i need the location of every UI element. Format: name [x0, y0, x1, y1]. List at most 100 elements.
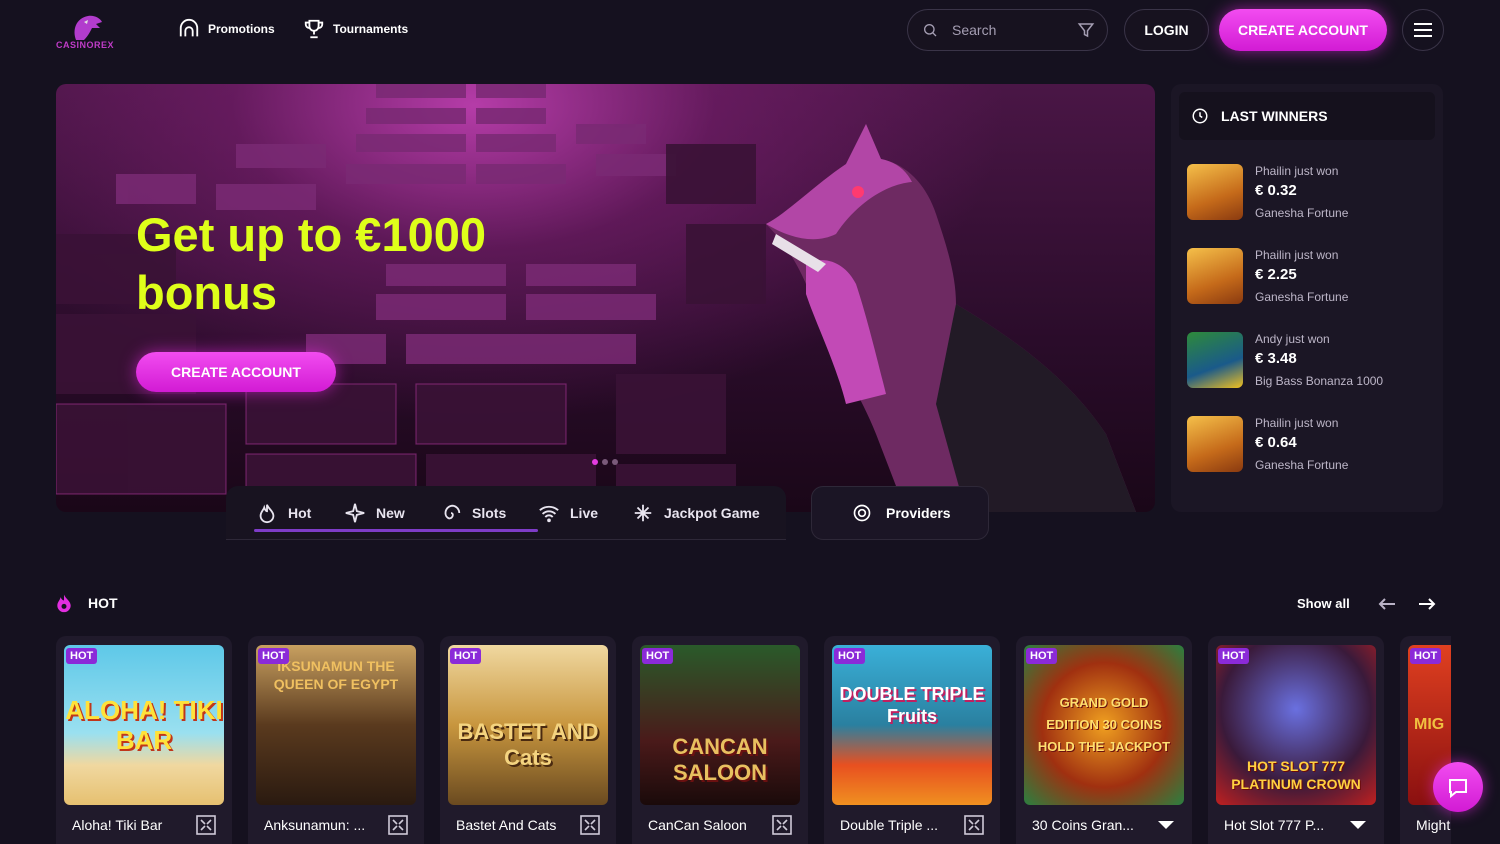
promotions-icon — [179, 19, 199, 37]
tab-jackpot-label: Jackpot Game — [664, 505, 760, 521]
hot-section-title: HOT — [88, 595, 118, 611]
providers-icon — [853, 504, 871, 522]
tab-hot[interactable]: Hot — [256, 502, 311, 524]
winner-name: Phailin just won — [1255, 248, 1339, 262]
winner-item[interactable]: Phailin just won € 0.32 Ganesha Fortune — [1187, 164, 1417, 224]
last-winners-title: LAST WINNERS — [1221, 108, 1328, 124]
game-art: BASTET AND Cats — [448, 645, 608, 805]
spiral-icon — [444, 504, 461, 520]
hot-badge: HOT — [1026, 648, 1058, 664]
game-art: DOUBLE TRIPLE Fruits — [832, 645, 992, 805]
winner-amount: € 0.64 — [1255, 434, 1297, 451]
create-account-button[interactable]: CREATE ACCOUNT — [1219, 9, 1387, 51]
winner-game: Ganesha Fortune — [1255, 458, 1349, 472]
winner-item[interactable]: Andy just won € 3.48 Big Bass Bonanza 10… — [1187, 332, 1417, 392]
winner-game: Big Bass Bonanza 1000 — [1255, 374, 1384, 388]
nav-promotions[interactable]: Promotions — [178, 18, 275, 40]
nav-tournaments-label: Tournaments — [333, 22, 409, 36]
hot-badge: HOT — [450, 648, 482, 664]
game-thumbnail — [1187, 332, 1243, 388]
qr-icon[interactable] — [388, 815, 408, 835]
game-art-title: ALOHA! TIKI BAR — [65, 695, 223, 755]
arrow-right-icon — [1419, 598, 1436, 610]
game-name: Might — [1416, 817, 1451, 833]
tab-live[interactable]: Live — [538, 502, 598, 524]
game-art-title: HOT SLOT 777 PLATINUM CROWN — [1231, 758, 1361, 792]
hero-banner[interactable]: Get up to €1000 bonus CREATE ACCOUNT — [56, 84, 1155, 512]
flame-icon — [259, 504, 275, 524]
game-name: Aloha! Tiki Bar — [72, 817, 163, 833]
game-card[interactable]: DOUBLE TRIPLE Fruits HOT Double Triple .… — [824, 636, 1000, 844]
hamburger-icon — [1414, 23, 1432, 37]
nav-promotions-label: Promotions — [208, 22, 275, 36]
hero-title: Get up to €1000 bonus — [136, 208, 486, 319]
slide-dot-2[interactable] — [602, 459, 608, 465]
header: CASINOREX Promotions Tournaments LOGIN C… — [0, 0, 1500, 62]
winner-game: Ganesha Fortune — [1255, 206, 1349, 220]
brand-name: CASINOREX — [56, 40, 115, 50]
winner-item[interactable]: Phailin just won € 2.25 Ganesha Fortune — [1187, 248, 1417, 308]
tab-slots-label: Slots — [472, 505, 507, 521]
tab-hot-label: Hot — [288, 505, 312, 521]
game-name: 30 Coins Gran... — [1032, 817, 1134, 833]
dinosaur-mascot — [766, 124, 1136, 512]
game-name: CanCan Saloon — [648, 817, 747, 833]
chevron-down-icon[interactable] — [1156, 815, 1176, 835]
tab-jackpot[interactable]: Jackpot Game — [632, 502, 760, 524]
filter-icon[interactable] — [1077, 21, 1095, 39]
providers-button[interactable]: Providers — [811, 486, 989, 540]
slide-dot-3[interactable] — [612, 459, 618, 465]
active-tab-indicator — [254, 529, 538, 532]
game-thumbnail — [1187, 164, 1243, 220]
game-art: IKSUNAMUN THE QUEEN OF EGYPT — [256, 645, 416, 805]
qr-icon[interactable] — [580, 815, 600, 835]
qr-icon[interactable] — [772, 815, 792, 835]
game-card[interactable]: CANCAN SALOON HOT CanCan Saloon — [632, 636, 808, 844]
winner-name: Phailin just won — [1255, 164, 1339, 178]
game-card[interactable]: BASTET AND Cats HOT Bastet And Cats — [440, 636, 616, 844]
next-arrow-button[interactable] — [1415, 592, 1439, 616]
game-card[interactable]: IKSUNAMUN THE QUEEN OF EGYPT HOT Anksuna… — [248, 636, 424, 844]
game-thumbnail — [1187, 416, 1243, 472]
tab-live-label: Live — [570, 505, 599, 521]
chevron-down-icon[interactable] — [1348, 815, 1368, 835]
hero-create-account-button[interactable]: CREATE ACCOUNT — [136, 352, 336, 392]
hot-badge: HOT — [1410, 648, 1442, 664]
login-button[interactable]: LOGIN — [1124, 9, 1209, 51]
prev-arrow-button[interactable] — [1375, 592, 1399, 616]
wifi-icon — [539, 505, 559, 523]
game-art-title: MIG — [1414, 716, 1445, 733]
search-input[interactable] — [952, 22, 1082, 38]
game-art: HOT SLOT 777 PLATINUM CROWN — [1216, 645, 1376, 805]
hot-section-header: HOT — [54, 592, 118, 614]
winner-item[interactable]: Phailin just won € 0.64 Ganesha Fortune — [1187, 416, 1417, 476]
game-art-title: BASTET AND Cats — [457, 719, 599, 770]
show-all-link[interactable]: Show all — [1297, 596, 1350, 611]
slide-dots — [592, 459, 618, 465]
game-thumbnail — [1187, 248, 1243, 304]
game-card[interactable]: ALOHA! TIKI BAR HOT Aloha! Tiki Bar — [56, 636, 232, 844]
menu-button[interactable] — [1402, 9, 1444, 51]
game-card[interactable]: GRAND GOLD EDITION 30 COINS HOLD THE JAC… — [1016, 636, 1192, 844]
hot-badge: HOT — [1218, 648, 1250, 664]
chat-button[interactable] — [1433, 762, 1483, 812]
game-card[interactable]: HOT SLOT 777 PLATINUM CROWN HOT Hot Slot… — [1208, 636, 1384, 844]
category-tabs: Hot New Slots Live Jackpot Game — [226, 486, 786, 540]
hot-badge: HOT — [834, 648, 866, 664]
tab-slots[interactable]: Slots — [440, 502, 506, 524]
game-name: Hot Slot 777 P... — [1224, 817, 1325, 833]
winner-game: Ganesha Fortune — [1255, 290, 1349, 304]
game-art: CANCAN SALOON — [640, 645, 800, 805]
nav-tournaments[interactable]: Tournaments — [303, 18, 408, 40]
hot-badge: HOT — [642, 648, 674, 664]
slide-dot-1[interactable] — [592, 459, 598, 465]
flame-icon — [57, 594, 71, 613]
clock-icon — [1192, 108, 1208, 124]
hot-badge: HOT — [258, 648, 290, 664]
qr-icon[interactable] — [964, 815, 984, 835]
qr-icon[interactable] — [196, 815, 216, 835]
tab-new[interactable]: New — [344, 502, 405, 524]
winner-amount: € 0.32 — [1255, 182, 1297, 199]
game-art-title: GRAND GOLD EDITION 30 COINS HOLD THE JAC… — [1037, 695, 1171, 754]
game-card[interactable]: MIG HOT Might — [1400, 636, 1451, 844]
